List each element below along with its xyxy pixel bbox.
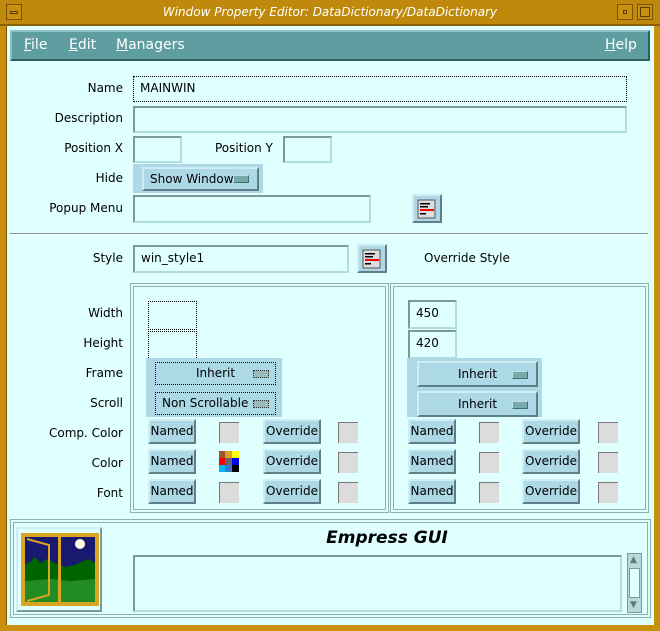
override-frame-option[interactable]: Inherit (417, 361, 538, 387)
override-comp-color-swatch[interactable] (479, 422, 499, 443)
hide-value: Show Window (150, 172, 234, 186)
override-width-input[interactable]: 450 (408, 300, 457, 329)
option-indicator-icon (253, 400, 269, 408)
description-label: Description (54, 111, 123, 125)
position-x-input[interactable] (133, 136, 182, 163)
override-color-named-button[interactable]: Named (408, 449, 456, 474)
style-comp-color-swatch[interactable] (219, 422, 239, 443)
width-label: Width (88, 306, 123, 320)
popup-menu-label: Popup Menu (49, 201, 123, 215)
override-font-override-swatch[interactable] (598, 482, 618, 503)
message-area[interactable] (133, 555, 622, 612)
option-indicator-icon (512, 401, 528, 409)
menu-help[interactable]: Help (605, 37, 637, 53)
option-indicator-icon (253, 370, 269, 378)
position-y-label: Position Y (215, 141, 273, 155)
maximize-button[interactable] (637, 4, 653, 20)
menu-managers[interactable]: Managers (116, 37, 185, 53)
override-font-named-button[interactable]: Named (408, 479, 456, 504)
footer-title: Empress GUI (326, 528, 448, 548)
style-scroll-value: Non Scrollable (162, 396, 249, 410)
menu-edit[interactable]: Edit (69, 37, 96, 53)
comp-color-label: Comp. Color (49, 426, 123, 440)
title-bar[interactable]: Window Property Editor: DataDictionary/D… (0, 0, 660, 26)
list-icon (417, 199, 436, 219)
name-label: Name (87, 81, 123, 95)
override-comp-color-named-button[interactable]: Named (408, 419, 456, 444)
override-scroll-value: Inherit (457, 397, 498, 411)
menu-bar: File Edit Managers Help (10, 30, 650, 61)
style-comp-color-override-button[interactable]: Override (263, 419, 321, 444)
style-color-override-swatch[interactable] (338, 452, 358, 473)
separator (10, 233, 648, 235)
color-palette-icon[interactable] (219, 451, 239, 472)
scrollbar-thumb[interactable] (629, 568, 640, 598)
override-color-override-button[interactable]: Override (522, 449, 580, 474)
window-title: Window Property Editor: DataDictionary/D… (162, 5, 498, 19)
option-indicator-icon (233, 175, 249, 183)
list-icon (362, 249, 381, 269)
scroll-down-icon[interactable]: ▼ (630, 600, 637, 610)
window-logo-icon (21, 533, 99, 606)
style-color-named-button[interactable]: Named (148, 449, 196, 474)
hide-label: Hide (95, 171, 123, 185)
style-label: Style (92, 251, 123, 265)
override-comp-color-override-swatch[interactable] (598, 422, 618, 443)
style-font-named-button[interactable]: Named (148, 479, 196, 504)
override-height-input[interactable]: 420 (408, 330, 457, 359)
style-color-override-button[interactable]: Override (263, 449, 321, 474)
option-indicator-icon (512, 371, 528, 379)
hide-option-menu[interactable]: Show Window (142, 167, 259, 191)
minimize-button[interactable] (617, 4, 633, 20)
override-color-swatch[interactable] (479, 452, 499, 473)
override-color-override-swatch[interactable] (598, 452, 618, 473)
style-input[interactable]: win_style1 (133, 245, 349, 273)
height-label: Height (83, 336, 123, 350)
frame-label: Frame (85, 366, 123, 380)
popup-menu-list-button[interactable] (412, 194, 442, 223)
scroll-up-icon[interactable]: ▲ (630, 555, 637, 565)
style-list-button[interactable] (357, 244, 387, 273)
style-font-override-swatch[interactable] (338, 482, 358, 503)
style-frame-option[interactable]: Inherit (155, 362, 276, 385)
override-frame-value: Inherit (457, 367, 498, 381)
style-height-input[interactable] (148, 331, 197, 360)
message-scrollbar[interactable]: ▲ ▼ (627, 553, 642, 613)
position-y-input[interactable] (283, 136, 332, 163)
description-input[interactable] (133, 106, 627, 133)
popup-menu-input[interactable] (133, 195, 371, 223)
scroll-label: Scroll (90, 396, 123, 410)
menu-file[interactable]: File (24, 37, 47, 53)
style-font-swatch[interactable] (219, 482, 239, 503)
override-style-label: Override Style (424, 251, 510, 265)
style-width-input[interactable] (148, 301, 197, 330)
override-comp-color-override-button[interactable]: Override (522, 419, 580, 444)
style-comp-color-named-button[interactable]: Named (148, 419, 196, 444)
font-label: Font (96, 486, 123, 500)
style-frame-value: Inherit (195, 366, 236, 380)
color-label: Color (91, 456, 123, 470)
position-x-label: Position X (64, 141, 123, 155)
override-scroll-option[interactable]: Inherit (417, 391, 538, 417)
style-comp-color-override-swatch[interactable] (338, 422, 358, 443)
logo-frame (16, 527, 102, 612)
style-scroll-option[interactable]: Non Scrollable (155, 392, 276, 415)
override-font-override-button[interactable]: Override (522, 479, 580, 504)
override-font-swatch[interactable] (479, 482, 499, 503)
style-font-override-button[interactable]: Override (263, 479, 321, 504)
name-input[interactable]: MAINWIN (133, 76, 627, 102)
